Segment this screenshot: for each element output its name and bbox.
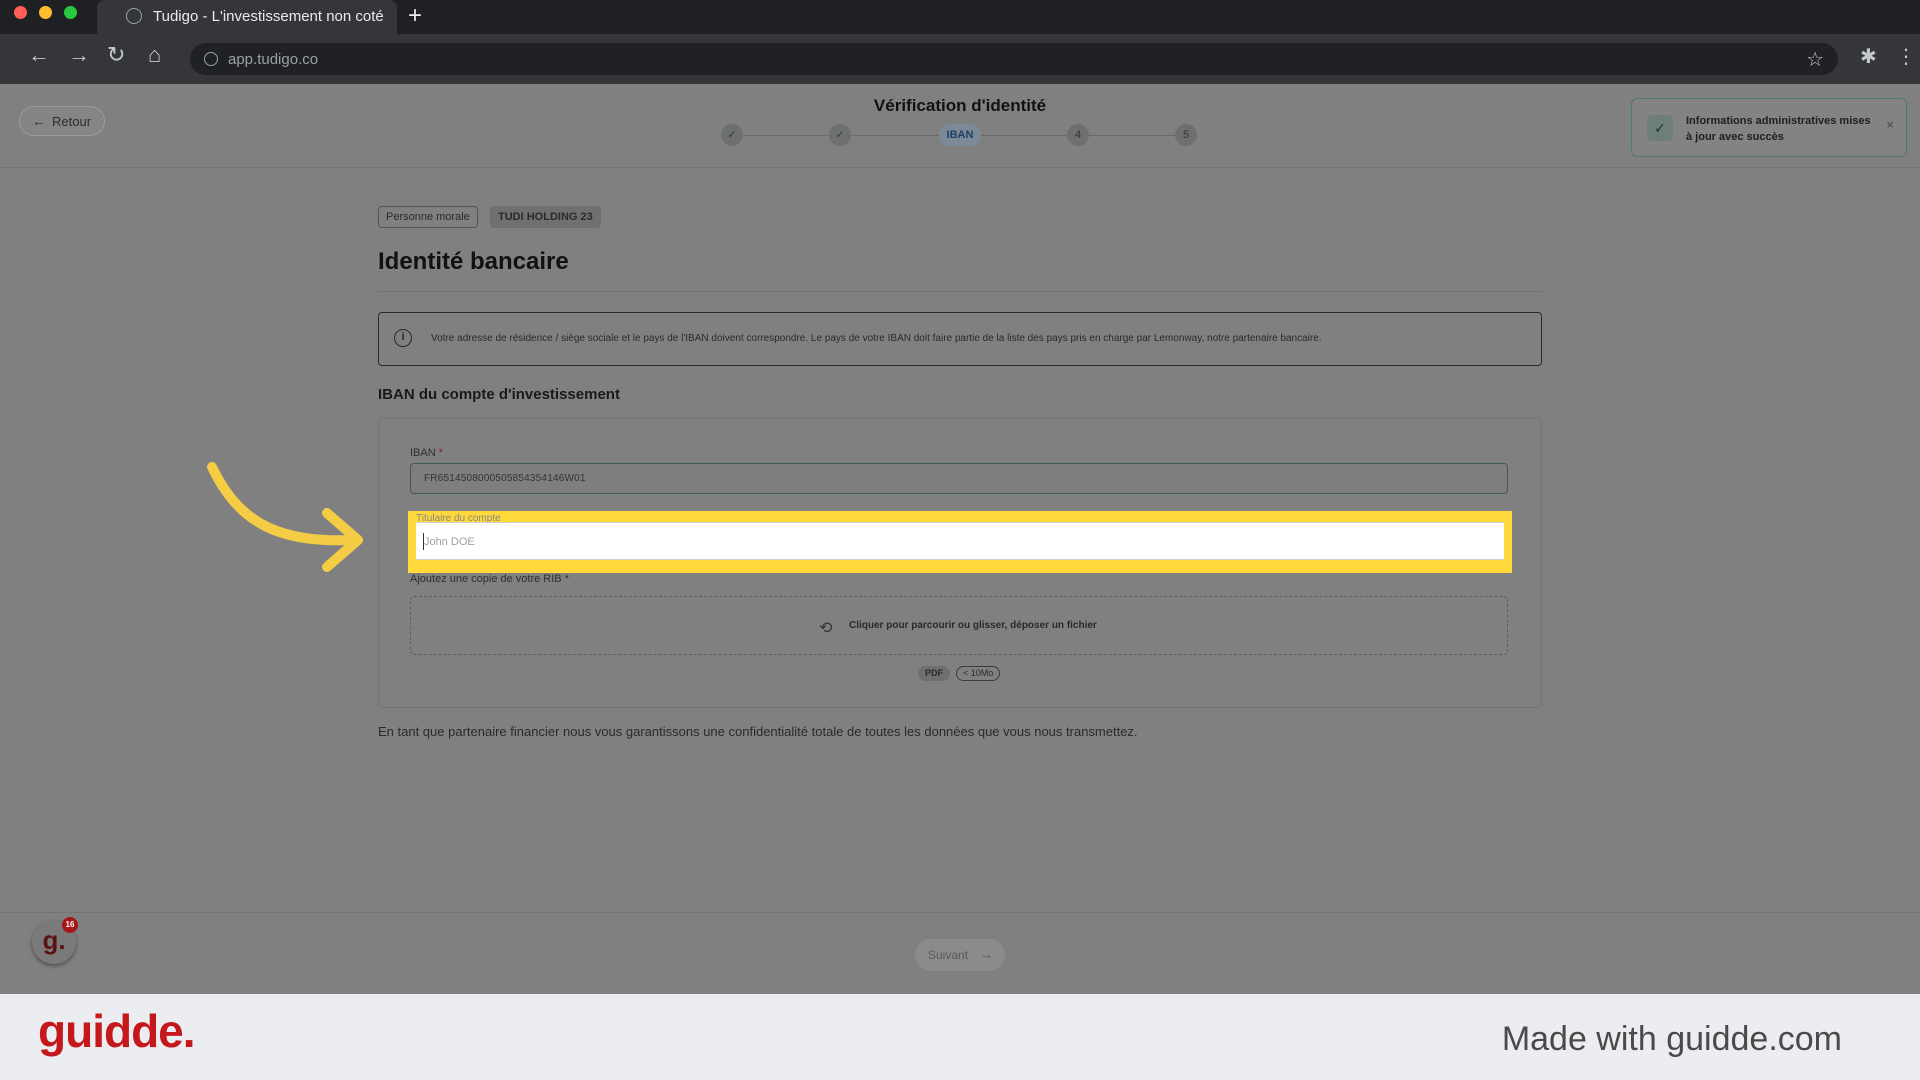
- back-label: Retour: [52, 114, 92, 129]
- url-text: app.tudigo.co: [228, 51, 319, 68]
- menu-icon[interactable]: ⋮: [1896, 44, 1916, 69]
- home-icon[interactable]: ⌂: [148, 42, 161, 68]
- arrow-right-icon: →: [979, 946, 993, 962]
- globe-icon: [126, 8, 142, 24]
- iban-value: FR6514508000505854354146W01: [424, 473, 586, 484]
- extensions-icon[interactable]: ✱: [1860, 44, 1877, 69]
- info-text: Votre adresse de résidence / siège socia…: [431, 333, 1322, 344]
- tab-title: Tudigo - L'investissement non coté: [153, 8, 384, 25]
- success-toast: ✓ Informations administratives mises à j…: [1631, 98, 1907, 157]
- size-pill: < 10Mo: [956, 666, 1001, 681]
- step-connector: [743, 135, 829, 136]
- star-icon[interactable]: ☆: [1806, 47, 1824, 72]
- guidde-footer: guidde. Made with guidde.com: [0, 994, 1920, 1080]
- close-icon[interactable]: ×: [1886, 117, 1894, 132]
- step-1-check-icon: ✓: [721, 124, 743, 146]
- made-with-text: Made with guidde.com: [1501, 1020, 1842, 1058]
- iban-label: IBAN *: [410, 447, 443, 459]
- required-mark: *: [438, 447, 444, 459]
- close-window-button[interactable]: [14, 6, 27, 19]
- section-title: Identité bancaire: [378, 248, 569, 275]
- entity-name-badge: TUDI HOLDING 23: [490, 206, 601, 228]
- rib-label: Ajoutez une copie de votre RIB *: [410, 573, 569, 585]
- minimize-window-button[interactable]: [39, 6, 52, 19]
- holder-placeholder: John DOE: [424, 536, 475, 548]
- site-info-icon[interactable]: [204, 52, 218, 66]
- check-icon: ✓: [1647, 115, 1673, 141]
- account-holder-field[interactable]: John DOE: [416, 522, 1504, 560]
- iban-label-text: IBAN: [410, 447, 436, 459]
- next-label: Suivant: [928, 948, 969, 962]
- dropzone-text: Cliquer pour parcourir ou glisser, dépos…: [849, 620, 1097, 631]
- iban-section-title: IBAN du compte d'investissement: [378, 386, 620, 403]
- required-mark: *: [564, 573, 569, 585]
- rib-label-text: Ajoutez une copie de votre RIB: [410, 573, 562, 585]
- step-4: 4: [1067, 124, 1089, 146]
- step-2-check-icon: ✓: [829, 124, 851, 146]
- back-icon[interactable]: ←: [28, 42, 50, 68]
- toast-message: Informations administratives mises à jou…: [1686, 115, 1871, 143]
- format-pill: PDF: [918, 666, 950, 681]
- address-bar[interactable]: app.tudigo.co ☆: [190, 43, 1838, 75]
- confidentiality-note: En tant que partenaire financier nous vo…: [378, 724, 1138, 739]
- info-icon: i: [394, 329, 412, 347]
- entity-type-badge: Personne morale: [378, 206, 478, 228]
- divider: [378, 291, 1542, 292]
- upload-icon: ⟲: [819, 620, 833, 637]
- bottom-bar: Suivant →: [0, 912, 1920, 994]
- maximize-window-button[interactable]: [64, 6, 77, 19]
- forward-icon[interactable]: →: [68, 42, 90, 68]
- next-button[interactable]: Suivant →: [915, 939, 1005, 971]
- browser-tab-bar: Tudigo - L'investissement non coté +: [0, 0, 1920, 34]
- rib-dropzone[interactable]: ⟲ Cliquer pour parcourir ou glisser, dép…: [410, 596, 1508, 655]
- browser-toolbar: ← → ↻ ⌂ app.tudigo.co ☆ ✱ ⋮: [0, 34, 1920, 84]
- step-5: 5: [1175, 124, 1197, 146]
- step-connector: [1089, 135, 1175, 136]
- step-3-iban: IBAN: [939, 124, 981, 146]
- guidde-logo: guidde.: [38, 1005, 196, 1057]
- reload-icon[interactable]: ↻: [107, 42, 125, 68]
- step-connector: [981, 135, 1067, 136]
- notification-badge: 16: [62, 917, 78, 933]
- pointer-arrow-icon: [207, 462, 363, 572]
- step-connector: [851, 135, 939, 136]
- plus-icon[interactable]: +: [408, 3, 422, 29]
- iban-field[interactable]: FR6514508000505854354146W01: [410, 463, 1508, 494]
- info-callout: i Votre adresse de résidence / siège soc…: [378, 312, 1542, 366]
